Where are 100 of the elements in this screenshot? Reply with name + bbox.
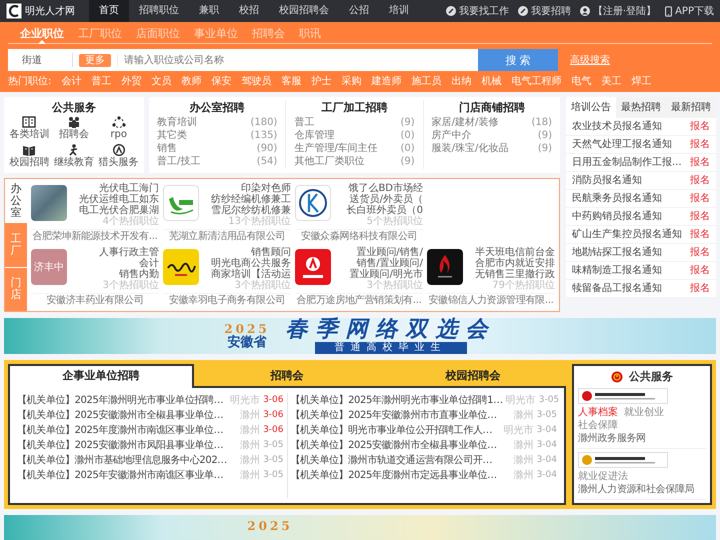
- company-name-link[interactable]: 芜湖立新清洁用品有限公司: [163, 229, 291, 243]
- job-link[interactable]: 电工光伏合肥巢湖: [79, 205, 159, 216]
- nav-action-link[interactable]: 【注册·登陆】: [580, 4, 656, 18]
- service-link[interactable]: 就业创业: [624, 406, 664, 419]
- org-name-link[interactable]: 滁州政务服务网: [578, 432, 706, 445]
- recruit-link[interactable]: 【机关单位】2025年安徽滁州市南谯区事业单…: [17, 468, 224, 483]
- company-name-link[interactable]: 安徽济丰药业有限公司: [31, 293, 159, 307]
- company-name-link[interactable]: 合肥万途房地产营销策划有...: [295, 293, 423, 307]
- notice-tab[interactable]: 最热招聘: [616, 97, 666, 118]
- category-link[interactable]: 销售 (90): [157, 142, 278, 155]
- company-logo[interactable]: [427, 249, 463, 285]
- job-link[interactable]: 半天班电信前台金: [475, 247, 555, 258]
- company-name-link[interactable]: 安徽锦信人力资源管理有限...: [427, 293, 555, 307]
- recruit-tab[interactable]: 招聘会: [194, 364, 380, 386]
- nav-link[interactable]: 兼职: [189, 0, 229, 22]
- category-link[interactable]: 生产管理/车间主任 (0): [294, 142, 415, 155]
- job-link[interactable]: 长白班外卖员（0: [346, 205, 423, 216]
- signup-link[interactable]: 报名: [690, 226, 710, 243]
- org-name-link[interactable]: 滁州人力资源和社会保障局: [578, 483, 706, 496]
- signup-link[interactable]: 报名: [690, 118, 710, 135]
- signup-link[interactable]: 报名: [690, 172, 710, 189]
- company-logo[interactable]: [163, 249, 199, 285]
- nav-link[interactable]: 首页: [89, 0, 129, 22]
- job-link[interactable]: 送货员/外卖员（: [350, 194, 423, 205]
- nav-link[interactable]: 招聘职位: [129, 0, 189, 22]
- notice-link[interactable]: 农业技术员报名通知: [572, 118, 662, 135]
- job-link[interactable]: 商家培训【活动运: [211, 269, 291, 280]
- category-link[interactable]: 其它类 (135): [157, 129, 278, 142]
- notice-link[interactable]: 天然气处理工报名通知: [572, 136, 672, 153]
- job-link[interactable]: 印染对色师: [241, 183, 291, 194]
- job-link[interactable]: 置业顾问/明光市: [350, 269, 423, 280]
- nav-link[interactable]: 校园招聘会: [269, 0, 339, 22]
- job-link[interactable]: 销售/置业顾问/: [356, 258, 423, 269]
- category-link[interactable]: 普工/技工 (54): [157, 155, 278, 168]
- job-link[interactable]: 合肥市内就近安排: [475, 258, 555, 269]
- category-link[interactable]: 家居/建材/装修 (18): [432, 116, 552, 129]
- notice-tab[interactable]: 培训公告: [566, 97, 616, 118]
- job-link[interactable]: 光伏电工海门: [99, 183, 159, 194]
- recruit-link[interactable]: 【机关单位】2025安徽滁州市凤阳县事业单位…: [17, 438, 224, 453]
- recruit-link[interactable]: 【机关单位】2025年度滁州市定远县事业单位…: [290, 468, 497, 483]
- service-link[interactable]: 各类培训: [7, 116, 52, 141]
- recruit-tab[interactable]: 校园招聘会: [380, 364, 566, 386]
- signup-link[interactable]: 报名: [690, 208, 710, 225]
- job-link[interactable]: 销售顾问: [251, 247, 291, 258]
- service-link[interactable]: 招聘会: [52, 116, 96, 141]
- job-link[interactable]: 销售内勤: [119, 269, 159, 280]
- notice-link[interactable]: 中药购销员报名通知: [572, 208, 662, 225]
- recruit-link[interactable]: 【机关单位】2025年滁州明光市事业单位招聘1…: [290, 393, 503, 408]
- category-link[interactable]: 教育培训 (180): [157, 116, 278, 129]
- job-link[interactable]: 纺纱经编机修兼工: [211, 194, 291, 205]
- category-link[interactable]: 普工 (9): [294, 116, 415, 129]
- notice-link[interactable]: 味精制造工报名通知: [572, 262, 662, 279]
- notice-link[interactable]: 日用五金制品制作工报...: [572, 154, 682, 171]
- nav-link[interactable]: 公招: [339, 0, 379, 22]
- job-link[interactable]: 置业顾问/销售/: [356, 247, 423, 258]
- recruit-link[interactable]: 【机关单位】2025安徽滁州市全椒县事业单位…: [17, 408, 224, 423]
- category-link[interactable]: 其他工厂类职位 (9): [294, 155, 415, 168]
- search-input[interactable]: 请输入职位或公司名称: [117, 54, 478, 66]
- job-link[interactable]: 雪尼尔纱纺机修兼: [211, 205, 291, 216]
- notice-link[interactable]: 地勘钻探工报名通知: [572, 244, 662, 261]
- nav-action-link[interactable]: 我要找工作: [446, 4, 509, 18]
- company-name-link[interactable]: 安徽幸羽电子商务有限公司: [163, 293, 291, 307]
- job-link[interactable]: 人事行政主管: [99, 247, 159, 258]
- nav-link[interactable]: 培训: [379, 0, 419, 22]
- company-logo[interactable]: [295, 185, 331, 221]
- recruit-link[interactable]: 【机关单位】明光市事业单位公开招聘工作人…: [290, 423, 492, 438]
- recruit-link[interactable]: 【机关单位】2025安徽滁州市全椒县事业单位…: [290, 438, 497, 453]
- job-link[interactable]: 会计: [139, 258, 159, 269]
- service-link[interactable]: rpo: [96, 116, 141, 141]
- nav-action-link[interactable]: 我要招聘: [518, 4, 571, 18]
- signup-link[interactable]: 报名: [690, 154, 710, 171]
- org-logo[interactable]: [578, 452, 668, 468]
- service-link[interactable]: 人事档案: [578, 406, 618, 419]
- recruit-tab[interactable]: 企事业单位招聘: [8, 364, 194, 388]
- company-logo[interactable]: [295, 249, 331, 285]
- service-link[interactable]: 校园招聘: [7, 144, 52, 169]
- recruit-link[interactable]: 【机关单位】滁州市基础地理信息服务中心202…: [17, 453, 227, 468]
- category-link[interactable]: 仓库管理 (0): [294, 129, 415, 142]
- service-link[interactable]: 猎头服务: [96, 144, 141, 169]
- location-select[interactable]: 街道: [8, 53, 73, 67]
- job-link[interactable]: 无销售三里撤行政: [475, 269, 555, 280]
- notice-link[interactable]: 消防员报名通知: [572, 172, 642, 189]
- company-name-link[interactable]: 安徽众淼网络科技有限公司: [295, 229, 423, 243]
- signup-link[interactable]: 报名: [690, 136, 710, 153]
- job-link[interactable]: 饿了么BD市场经: [348, 183, 423, 194]
- nav-link[interactable]: 校招: [229, 0, 269, 22]
- recruit-link[interactable]: 【机关单位】2025年滁州明光市事业单位招聘…: [17, 393, 224, 408]
- signup-link[interactable]: 报名: [690, 244, 710, 261]
- service-link[interactable]: 继续教育: [52, 144, 96, 169]
- job-link[interactable]: 明光电商公共服务: [211, 258, 291, 269]
- nav-action-link[interactable]: APP下载: [665, 4, 714, 18]
- notice-link[interactable]: 犊留备品工报名通知: [572, 280, 662, 297]
- notice-tab[interactable]: 最新招聘: [666, 97, 716, 118]
- company-name-link[interactable]: 合肥荣坤新能源技术开发有...: [31, 229, 159, 243]
- job-link[interactable]: 光伏运维电工如东: [79, 194, 159, 205]
- recruit-link[interactable]: 【机关单位】2025年安徽滁州市市直事业单位…: [290, 408, 497, 423]
- signup-link[interactable]: 报名: [690, 190, 710, 207]
- notice-link[interactable]: 矿山生产集控员报名通知: [572, 226, 682, 243]
- recruit-link[interactable]: 【机关单位】2025年度滁州市南谯区事业单位…: [17, 423, 224, 438]
- signup-link[interactable]: 报名: [690, 262, 710, 279]
